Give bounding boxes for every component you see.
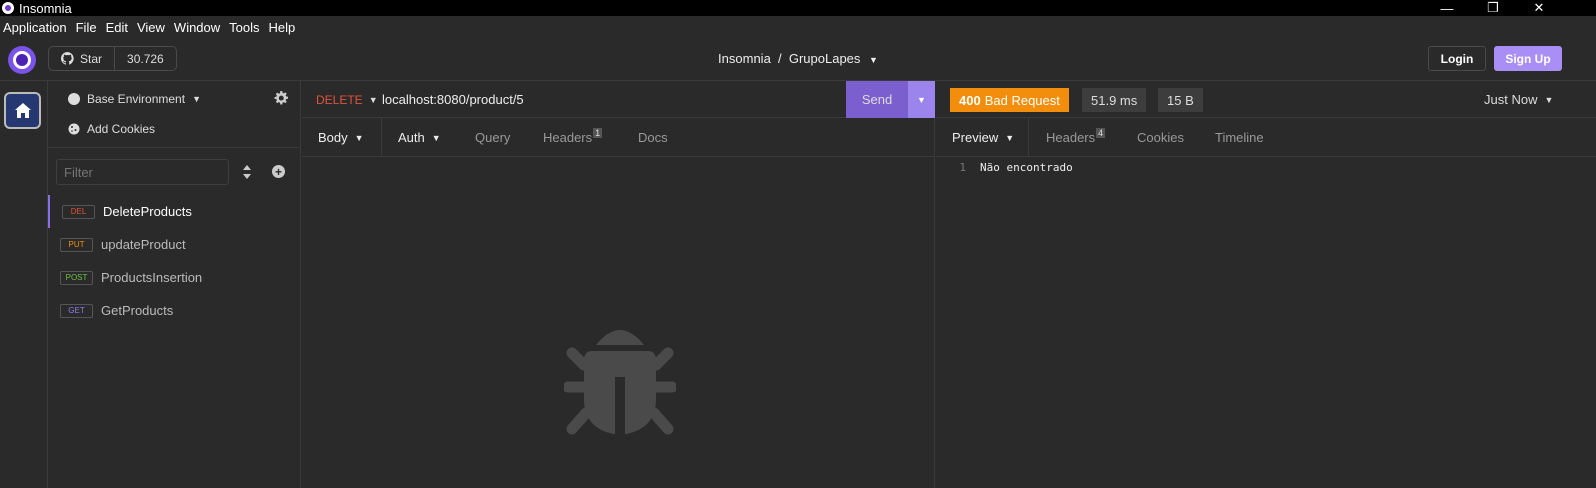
tab-timeline-label: Timeline	[1215, 130, 1264, 145]
chevron-down-icon: ▼	[368, 95, 378, 105]
response-time: 51.9 ms	[1082, 88, 1147, 112]
request-item-updateproduct[interactable]: PUT updateProduct	[48, 228, 301, 261]
method-badge: DEL	[62, 204, 95, 219]
add-cookies-button[interactable]: Add Cookies	[68, 122, 155, 136]
sort-icon[interactable]	[241, 165, 253, 179]
maximize-icon[interactable]: ❐	[1470, 0, 1516, 16]
request-name: GetProducts	[101, 303, 174, 318]
tab-response-headers-label: Headers	[1046, 130, 1096, 145]
tab-headers[interactable]: Headers 1	[543, 118, 603, 157]
request-name: DeleteProducts	[103, 204, 192, 219]
tab-cookies-label: Cookies	[1137, 130, 1184, 145]
sidebar: Base Environment ▼ Add Cookies + DEL Del…	[48, 81, 301, 488]
tab-headers-label: Headers	[543, 130, 593, 145]
tab-auth-label: Auth	[398, 130, 425, 145]
menu-window[interactable]: Window	[171, 20, 226, 35]
status-code: 400	[959, 92, 981, 108]
menu-edit[interactable]: Edit	[103, 20, 134, 35]
tab-preview-label: Preview	[952, 130, 999, 145]
time-ago-label: Just Now	[1484, 92, 1538, 107]
method-badge: GET	[60, 303, 93, 318]
method-badge: POST	[60, 270, 93, 285]
sidebar-divider	[48, 147, 301, 148]
chevron-down-icon: ▼	[1544, 94, 1554, 105]
menu-help[interactable]: Help	[266, 20, 302, 35]
request-name: ProductsInsertion	[101, 270, 203, 285]
add-cookies-label: Add Cookies	[87, 122, 156, 136]
request-name: updateProduct	[101, 237, 186, 252]
environment-selector[interactable]: Base Environment ▼	[68, 92, 201, 106]
method-selector[interactable]: DELETE ▼	[316, 93, 378, 107]
minimize-icon[interactable]: —	[1424, 0, 1470, 16]
menu-application[interactable]: Application	[0, 20, 73, 35]
window-titlebar: Insomnia — ❐ ✕	[0, 0, 1596, 16]
cookie-icon	[68, 123, 80, 135]
headers-count-badge: 1	[593, 127, 603, 138]
tab-docs-label: Docs	[638, 130, 668, 145]
close-icon[interactable]: ✕	[1516, 0, 1562, 16]
chevron-down-icon: ▼	[1005, 132, 1015, 143]
home-icon	[14, 103, 31, 118]
gear-icon[interactable]	[274, 91, 288, 105]
send-options-button[interactable]: ▼	[908, 81, 935, 118]
app-header: Star 30.726 Insomnia / GrupoLapes ▼ Logi…	[0, 38, 1596, 81]
chevron-down-icon: ▼	[431, 132, 441, 143]
method-badge: PUT	[60, 237, 93, 252]
status-text: Bad Request	[984, 92, 1060, 108]
tab-docs[interactable]: Docs	[638, 118, 668, 157]
filter-input[interactable]	[56, 159, 229, 185]
chevron-down-icon: ▼	[192, 94, 201, 104]
menu-view[interactable]: View	[134, 20, 171, 35]
response-tabs: Preview ▼ Headers 4 Cookies Timeline	[936, 118, 1596, 157]
tab-query-label: Query	[475, 130, 511, 145]
menu-tools[interactable]: Tools	[226, 20, 265, 35]
environment-label: Base Environment	[87, 92, 186, 106]
response-body[interactable]: 1 Não encontrado	[936, 161, 1073, 174]
menubar: Application File Edit View Window Tools …	[0, 16, 1596, 38]
window-title: Insomnia	[19, 0, 72, 16]
url-input[interactable]: localhost:8080/product/5	[382, 92, 524, 107]
send-button[interactable]: Send	[846, 81, 908, 118]
response-body-text: Não encontrado	[980, 161, 1073, 174]
url-bar: DELETE ▼ localhost:8080/product/5 Send ▼	[302, 81, 935, 118]
request-item-deleteproducts[interactable]: DEL DeleteProducts	[48, 195, 301, 228]
request-item-productsinsertion[interactable]: POST ProductsInsertion	[48, 261, 301, 294]
tab-response-headers[interactable]: Headers 4	[1046, 118, 1106, 157]
tab-query[interactable]: Query	[475, 118, 510, 157]
method-label: DELETE	[316, 93, 363, 107]
chevron-down-icon: ▼	[354, 132, 364, 143]
response-size: 15 B	[1158, 88, 1203, 112]
tab-timeline[interactable]: Timeline	[1215, 118, 1264, 157]
request-pane: DELETE ▼ localhost:8080/product/5 Send ▼…	[302, 81, 935, 488]
request-list: DEL DeleteProducts PUT updateProduct POS…	[48, 195, 301, 327]
login-button[interactable]: Login	[1428, 46, 1486, 71]
response-headers-count-badge: 4	[1096, 127, 1106, 138]
request-item-getproducts[interactable]: GET GetProducts	[48, 294, 301, 327]
response-status-row: 400 Bad Request 51.9 ms 15 B Just Now ▼	[936, 81, 1596, 118]
breadcrumb-text[interactable]: Insomnia / GrupoLapes	[718, 51, 860, 66]
left-rail	[0, 81, 48, 488]
tab-body[interactable]: Body ▼	[318, 118, 382, 157]
line-number: 1	[959, 161, 966, 174]
insomnia-app-icon	[2, 2, 14, 14]
environment-dot-icon	[68, 93, 80, 105]
status-badge: 400 Bad Request	[950, 88, 1069, 112]
chevron-down-icon: ▼	[917, 94, 926, 105]
menu-file[interactable]: File	[73, 20, 103, 35]
response-pane: 400 Bad Request 51.9 ms 15 B Just Now ▼ …	[936, 81, 1596, 488]
response-history-selector[interactable]: Just Now ▼	[1484, 92, 1553, 107]
tab-auth[interactable]: Auth ▼	[398, 118, 441, 157]
tab-body-label: Body	[318, 130, 348, 145]
request-tabs: Body ▼ Auth ▼ Query Headers 1 Docs	[302, 118, 935, 157]
tab-cookies[interactable]: Cookies	[1137, 118, 1184, 157]
add-request-icon[interactable]: +	[272, 165, 285, 179]
signup-button[interactable]: Sign Up	[1494, 46, 1562, 71]
breadcrumb[interactable]: Insomnia / GrupoLapes ▼	[0, 51, 1596, 66]
bug-icon	[564, 330, 676, 435]
home-button[interactable]	[4, 92, 41, 129]
chevron-down-icon[interactable]: ▼	[869, 55, 878, 65]
tab-preview[interactable]: Preview ▼	[952, 118, 1029, 157]
